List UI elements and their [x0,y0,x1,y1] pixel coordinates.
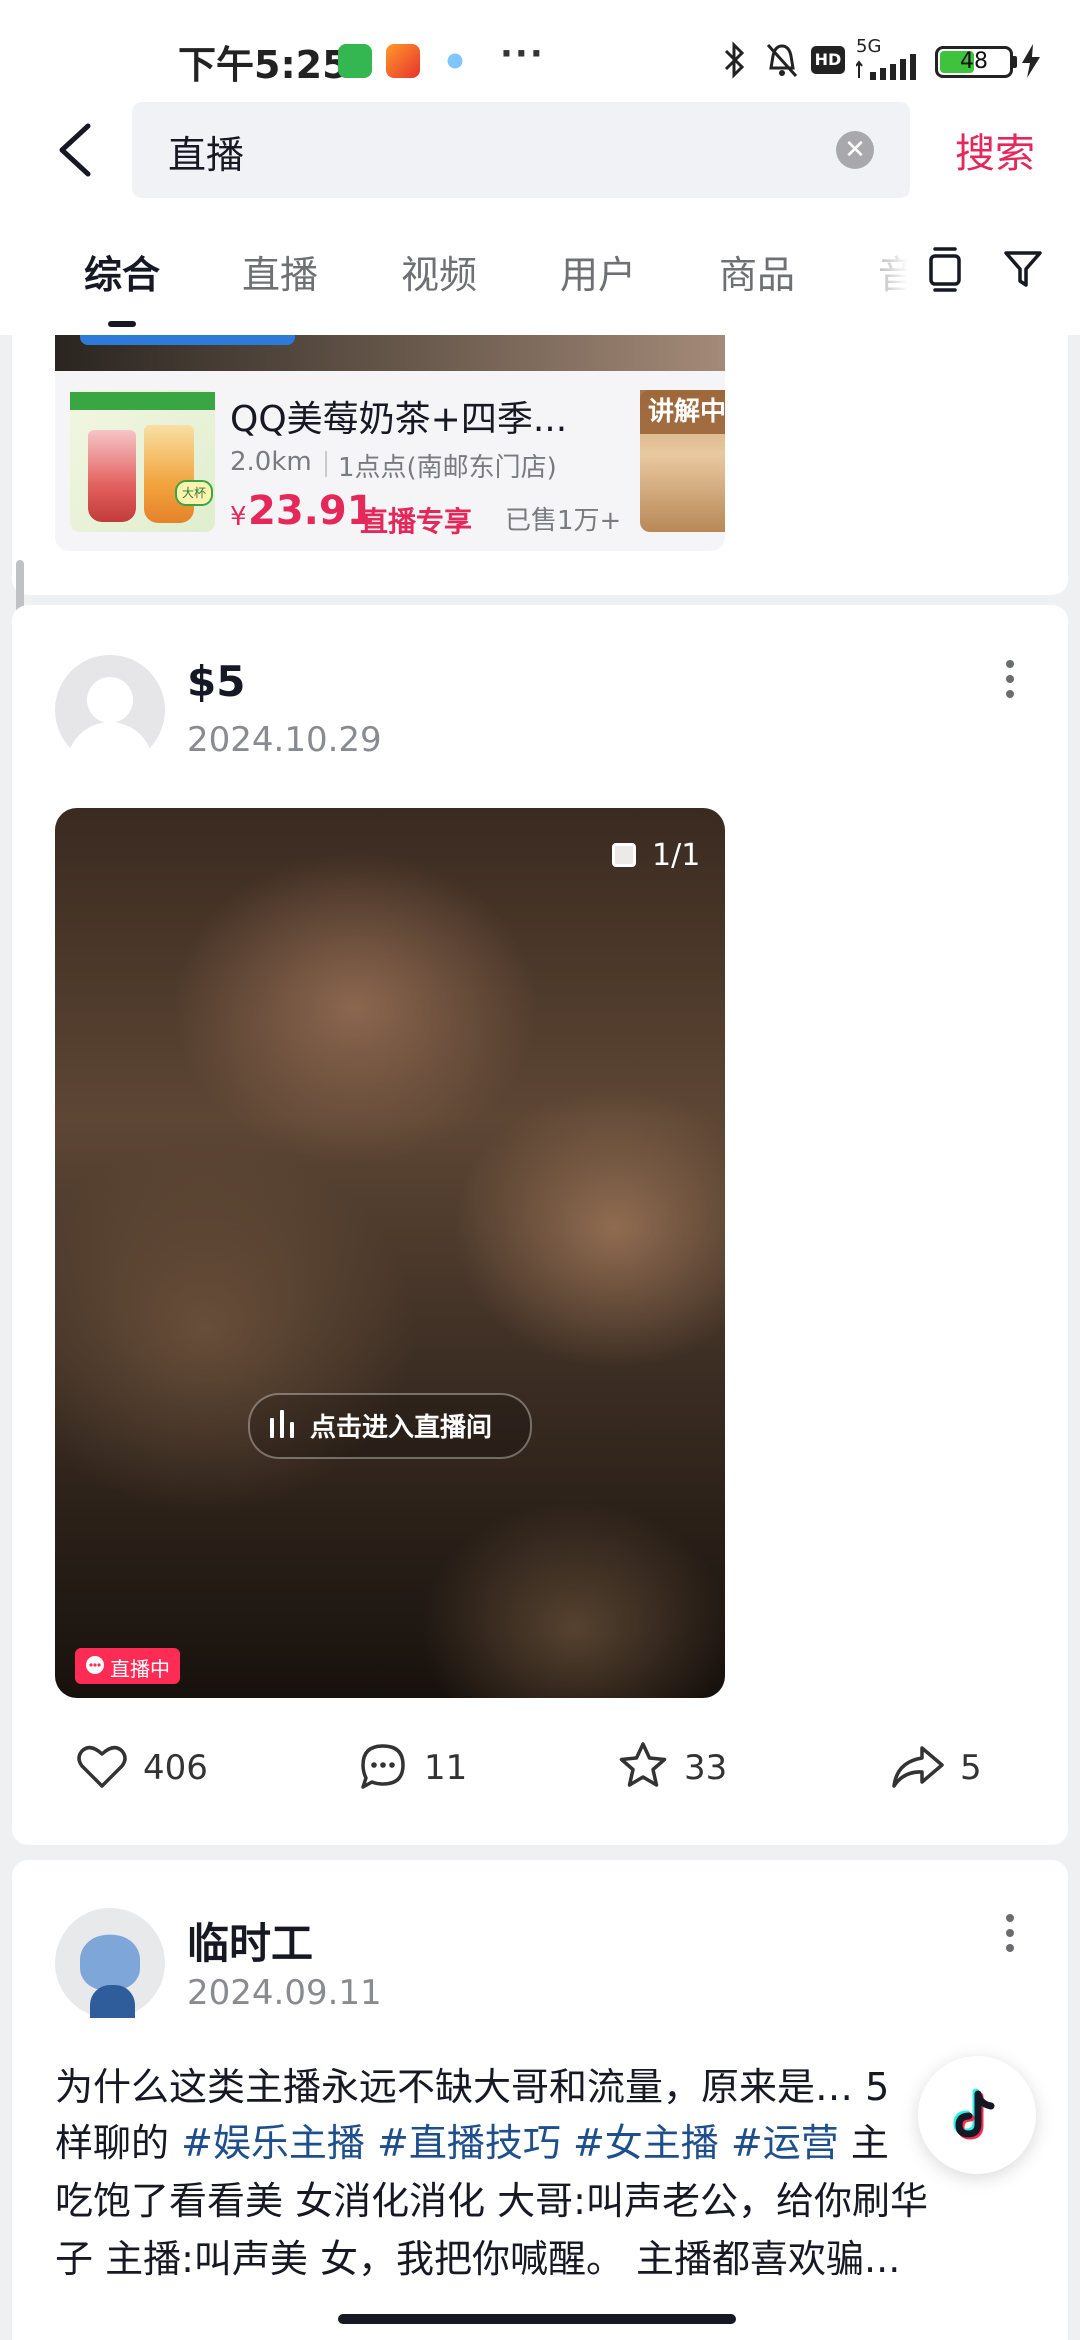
post-date: 2024.09.11 [187,1973,382,2013]
explaining-label: 讲解中 [640,390,725,434]
post-text-line[interactable]: 样聊的 #娱乐主播 #直播技巧 #女主播 #运营 主 [55,2112,889,2167]
product-image-cup [88,430,136,522]
product-distance: 2.0km [230,447,312,477]
battery-tip [1013,56,1017,68]
gallery-icon [612,843,636,867]
more-vert-icon[interactable] [1006,660,1016,700]
signal-icon [856,54,916,80]
battery-icon: 48 [935,46,1013,78]
enter-live-label[interactable]: 点击进入直播间 [310,1407,492,1444]
clear-icon[interactable]: ✕ [836,131,874,169]
post-username[interactable]: $5 [187,657,245,706]
heart-icon[interactable] [76,1742,128,1790]
page-indicator: 1/1 [652,838,701,873]
live-exclusive-label: 直播专享 [360,505,473,538]
hashtag-link[interactable]: #女主播 [573,2121,719,2165]
hashtag-link[interactable]: #运营 [731,2121,839,2165]
bluetooth-icon [724,41,745,79]
notification-app-icon [338,44,372,78]
avatar-figure-body [90,1985,135,2018]
product-image-ribbon [70,392,215,410]
search-input[interactable] [132,102,910,198]
hd-call-icon: HD [811,46,845,74]
charging-icon [1022,44,1040,78]
post-username[interactable]: 临时工 [187,1910,313,1971]
product-image-badge: 大杯 [175,480,213,506]
price-currency: ¥ [230,502,247,532]
tab-layout-icon[interactable] [925,246,965,292]
post-date: 2024.10.29 [187,720,382,760]
product-title[interactable]: QQ美莓奶茶+四季... [230,390,567,442]
product-store: 1点点(南邮东门店) [338,453,557,483]
live-bars-icon [268,1410,298,1438]
avatar-placeholder-head [87,677,133,723]
comment-icon[interactable] [358,1742,408,1792]
tab-products[interactable]: 商品 [719,244,795,299]
more-vert-icon[interactable] [1006,1914,1016,1954]
search-button[interactable]: 搜索 [955,121,1035,179]
hashtag-link[interactable]: #娱乐主播 [181,2121,365,2165]
product-image-cup [144,425,194,523]
post-text-line[interactable]: 子 主播:叫声美 女，我把你喊醒。 主播都喜欢骗... [55,2228,900,2283]
search-query[interactable]: 直播 [168,124,244,179]
post-text-line[interactable]: 吃饱了看看美 女消化消化 大哥:叫声老公，给你刷华 [55,2170,928,2225]
share-count[interactable]: 5 [960,1748,982,1788]
battery-level: 48 [960,49,988,74]
post-text: 主 [838,2121,889,2165]
like-count[interactable]: 406 [143,1748,208,1788]
tab-video[interactable]: 视频 [401,244,477,299]
favorite-count[interactable]: 33 [684,1748,727,1788]
divider [325,451,327,477]
notification-more-icon: ··· [500,34,545,74]
tab-live[interactable]: 直播 [242,244,318,299]
back-arrow-icon[interactable] [50,118,110,182]
live-preview[interactable] [55,808,725,1698]
post-text-line[interactable]: 为什么这类主播永远不缺大哥和流量，原来是… 5 [55,2056,889,2111]
status-time: 下午5:25 [178,43,349,87]
tab-indicator [108,321,136,327]
notification-app-icon [386,44,420,78]
post-text: 样聊的 [55,2121,182,2165]
tab-general[interactable]: 综合 [84,244,160,299]
product-price: 23.91 [248,488,375,534]
tab-users[interactable]: 用户 [560,244,636,299]
live-banner-tag [80,335,295,345]
mute-bell-icon [766,43,798,78]
filter-icon[interactable] [1003,248,1043,290]
live-status-text: 直播中 [110,1657,170,1681]
star-icon[interactable] [616,1740,670,1792]
tab-fade [845,230,935,310]
live-chat-icon [86,1656,104,1674]
avatar-figure [80,1935,140,1990]
notification-app-icon [438,44,472,78]
douyin-logo-icon [953,2088,995,2140]
comment-count[interactable]: 11 [424,1748,467,1788]
share-icon[interactable] [890,1742,946,1790]
home-indicator[interactable] [338,2314,736,2324]
hashtag-link[interactable]: #直播技巧 [377,2121,561,2165]
product-sold-count: 已售1万+ [505,506,622,536]
